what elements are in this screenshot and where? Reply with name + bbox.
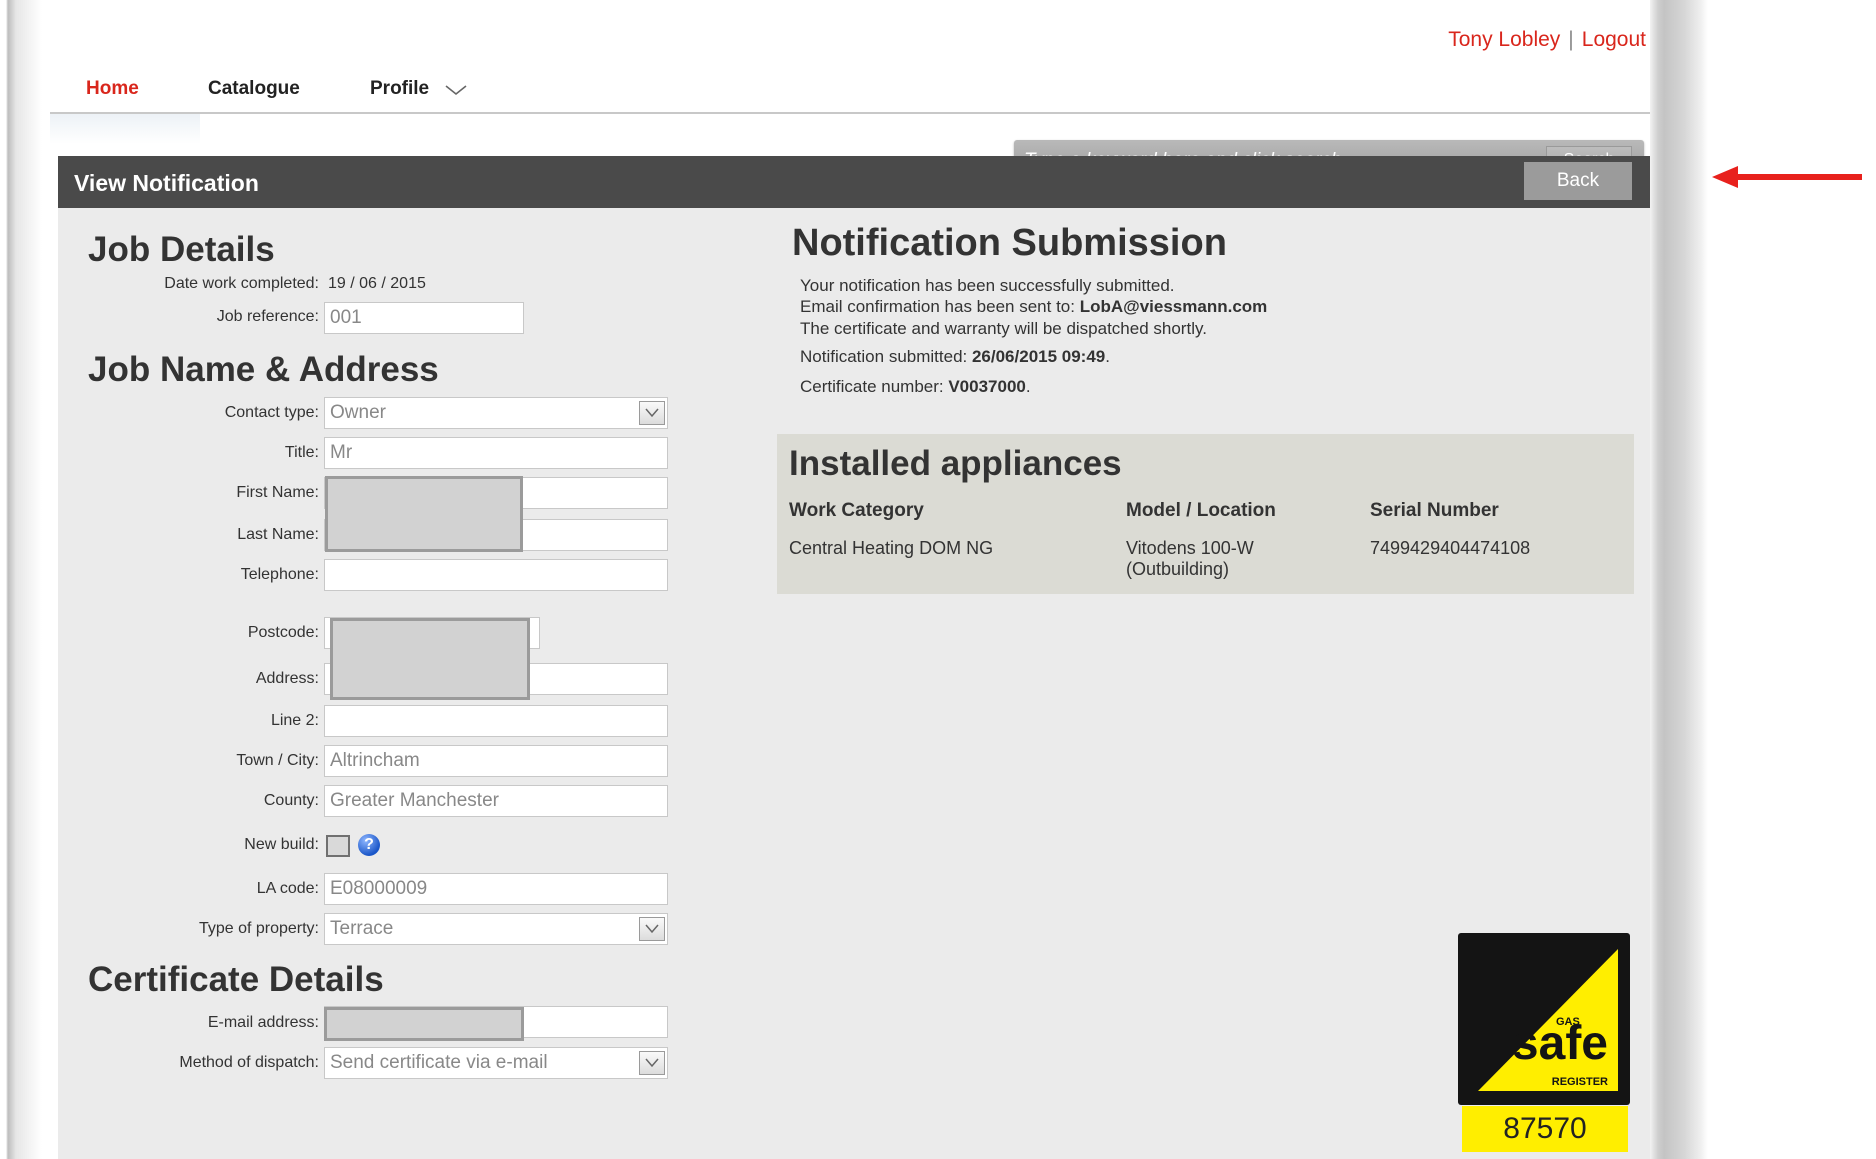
notification-success-text: Your notification has been successfully … xyxy=(800,276,1175,295)
title-label: Title: xyxy=(284,444,319,461)
telephone-label: Telephone: xyxy=(240,566,319,583)
property-type-label: Type of property: xyxy=(198,920,319,937)
email-label: E-mail address: xyxy=(207,1014,319,1031)
chevron-down-icon xyxy=(639,401,665,425)
date-completed-value: 19 / 06 / 2015 xyxy=(328,275,426,292)
nav-item-profile[interactable]: Profile xyxy=(370,78,468,100)
first-name-label: First Name: xyxy=(236,484,319,501)
chevron-down-icon xyxy=(445,85,467,96)
column-header-serial-number: Serial Number xyxy=(1370,500,1499,521)
redaction-block xyxy=(324,1007,524,1041)
nav-shadow xyxy=(50,114,200,144)
gas-safe-registration-number: 87570 xyxy=(1462,1106,1628,1152)
contact-type-value: Owner xyxy=(330,402,386,423)
county-label: County: xyxy=(263,792,319,809)
nav-item-home[interactable]: Home xyxy=(86,78,139,100)
back-button[interactable]: Back xyxy=(1524,162,1632,200)
email-confirmation-text: Email confirmation has been sent to: Lob… xyxy=(800,297,1267,317)
user-links: Tony Lobley | Logout xyxy=(1448,28,1646,52)
chevron-down-icon xyxy=(639,1051,665,1075)
job-reference-label: Job reference: xyxy=(216,308,319,325)
page-title: View Notification xyxy=(74,170,259,196)
submitted-date-value: 26/06/2015 09:49 xyxy=(971,347,1106,366)
dispatch-method-value: Send certificate via e-mail xyxy=(330,1052,548,1073)
line2-label: Line 2: xyxy=(270,712,319,729)
column-header-work-category: Work Category xyxy=(789,500,924,521)
gas-safe-logo: safe GAS REGISTER xyxy=(1458,933,1630,1105)
confirmation-email: LobA@viessmann.com xyxy=(1079,297,1268,316)
gas-safe-triangle-icon: safe GAS REGISTER xyxy=(1478,949,1618,1091)
email-confirmation-prefix: Email confirmation has been sent to: xyxy=(800,297,1080,316)
main-nav: Home Catalogue Profile Search xyxy=(42,70,1650,180)
line2-field[interactable] xyxy=(324,705,668,737)
town-label: Town / City: xyxy=(236,752,319,769)
installed-appliances-heading: Installed appliances xyxy=(789,444,1122,483)
property-type-select[interactable]: Terrace xyxy=(324,913,668,945)
town-field[interactable]: Altrincham xyxy=(324,745,668,777)
column-header-model-location: Model / Location xyxy=(1126,500,1276,521)
notification-content: Job Details Date work completed: 19 / 06… xyxy=(58,208,1650,1159)
gas-safe-register-text: REGISTER xyxy=(1552,1076,1608,1088)
logout-link[interactable]: Logout xyxy=(1582,28,1646,51)
work-category-cell: Central Heating DOM NG xyxy=(789,538,994,558)
redaction-block xyxy=(330,618,530,700)
redaction-block xyxy=(325,476,523,552)
submitted-date-text: Notification submitted: 26/06/2015 09:49… xyxy=(800,347,1110,366)
help-icon[interactable]: ? xyxy=(358,834,380,856)
certificate-number-text: Certificate number: V0037000. xyxy=(800,377,1031,396)
chevron-down-icon xyxy=(639,917,665,941)
nav-divider xyxy=(50,112,1650,114)
installed-appliances-panel: Installed appliances Work Category Model… xyxy=(777,434,1634,594)
new-build-label: New build: xyxy=(244,836,319,853)
job-reference-field[interactable]: 001 xyxy=(324,302,524,334)
job-details-heading: Job Details xyxy=(88,230,275,269)
county-field[interactable]: Greater Manchester xyxy=(324,785,668,817)
job-address-heading: Job Name & Address xyxy=(88,350,439,389)
page-shadow-left xyxy=(0,0,42,1159)
notification-heading: Notification Submission xyxy=(792,222,1227,264)
address-label: Address: xyxy=(255,670,319,687)
dispatch-method-label: Method of dispatch: xyxy=(179,1054,319,1071)
certificate-number-value: V0037000 xyxy=(948,377,1026,396)
title-field[interactable]: Mr xyxy=(324,437,668,469)
user-links-separator: | xyxy=(1568,28,1574,51)
user-name-link[interactable]: Tony Lobley xyxy=(1448,28,1560,51)
model-location: (Outbuilding) xyxy=(1126,559,1230,579)
model-location-cell: Vitodens 100-W (Outbuilding) xyxy=(1126,538,1254,580)
submitted-date-label: Notification submitted: xyxy=(800,347,972,366)
last-name-label: Last Name: xyxy=(237,526,319,543)
la-code-field[interactable]: E08000009 xyxy=(324,873,668,905)
contact-type-label: Contact type: xyxy=(224,404,319,421)
dispatch-info-text: The certificate and warranty will be dis… xyxy=(800,319,1207,338)
la-code-label: LA code: xyxy=(256,880,319,897)
certificate-details-heading: Certificate Details xyxy=(88,960,384,999)
nav-item-profile-label: Profile xyxy=(370,78,430,99)
dispatch-method-select[interactable]: Send certificate via e-mail xyxy=(324,1047,668,1079)
view-notification-bar: View Notification Back xyxy=(58,156,1650,208)
model-name: Vitodens 100-W xyxy=(1126,538,1254,558)
red-arrow-annotation-icon xyxy=(1712,166,1862,188)
nav-item-catalogue[interactable]: Catalogue xyxy=(208,78,300,100)
telephone-field[interactable] xyxy=(324,559,668,591)
page-shadow-right xyxy=(1650,0,1708,1159)
serial-number-cell: 7499429404474108 xyxy=(1370,538,1531,558)
postcode-label: Postcode: xyxy=(247,624,319,641)
certificate-number-label: Certificate number: xyxy=(800,377,949,396)
contact-type-select[interactable]: Owner xyxy=(324,397,668,429)
gas-safe-gas-text: GAS xyxy=(1556,1016,1580,1028)
new-build-checkbox[interactable] xyxy=(326,835,350,857)
property-type-value: Terrace xyxy=(330,918,394,939)
page: Tony Lobley | Logout Home Catalogue Profil… xyxy=(42,0,1650,1159)
date-completed-label: Date work completed: xyxy=(164,275,319,292)
